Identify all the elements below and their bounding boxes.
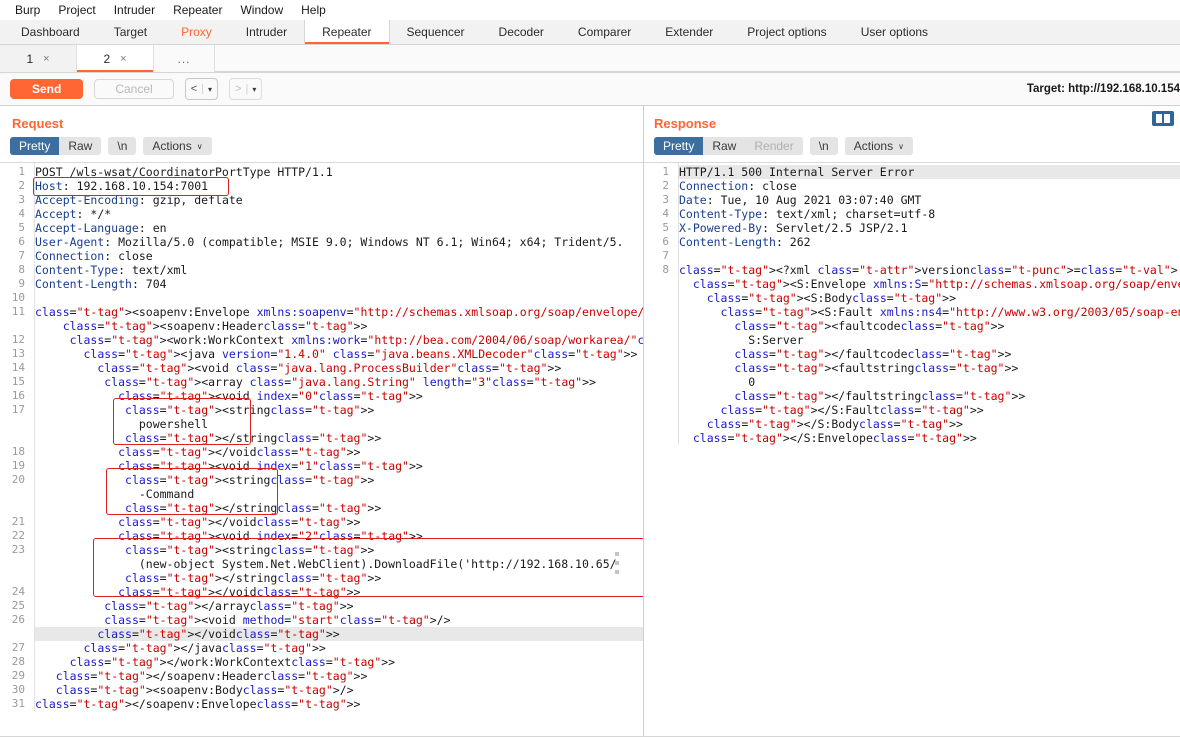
request-view-pretty[interactable]: Pretty <box>10 137 60 155</box>
request-action-bar: Send Cancel < | ▾ > | ▾ Target: http://1… <box>0 73 1180 106</box>
main-tab-bar: Dashboard Target Proxy Intruder Repeater… <box>0 20 1180 45</box>
tab-dashboard[interactable]: Dashboard <box>4 20 97 44</box>
request-view-controls: Pretty Raw \n Actions ∨ <box>0 137 643 162</box>
repeater-tab-2-label: 2 <box>103 51 111 66</box>
chevron-left-icon: < <box>190 83 198 95</box>
response-code: 12345678 HTTP/1.1 500 Internal Server Er… <box>644 163 1180 445</box>
tab-repeater[interactable]: Repeater <box>304 20 390 44</box>
splitter-dot <box>615 570 619 574</box>
request-code-lines[interactable]: POST /wls-wsat/CoordinatorPortType HTTP/… <box>35 163 643 711</box>
chevron-right-icon: > <box>235 83 242 95</box>
repeater-tab-1-label: 1 <box>26 51 34 66</box>
split-view-icon[interactable] <box>1152 111 1174 126</box>
gutter-divider <box>678 163 679 445</box>
previous-request-button[interactable]: < | ▾ <box>184 78 219 100</box>
response-view-pretty[interactable]: Pretty <box>654 137 704 155</box>
response-line-numbers: 12345678 <box>662 165 669 276</box>
request-view-mode-group: Pretty Raw <box>10 137 102 155</box>
request-newline-toggle[interactable]: \n <box>108 137 137 155</box>
response-view-render: Render <box>745 137 803 155</box>
request-view-raw[interactable]: Raw <box>59 137 102 155</box>
tab-extender[interactable]: Extender <box>648 20 730 44</box>
response-editor[interactable]: 12345678 HTTP/1.1 500 Internal Server Er… <box>644 162 1180 736</box>
request-line-numbers: 1 2 3 4 5 6 7 8 9 10 11 12 13 14 15 16 17 18 19 20 21 22 23… <box>11 165 25 710</box>
request-actions-button[interactable]: Actions ∨ <box>143 137 212 155</box>
response-actions-button[interactable]: Actions ∨ <box>844 137 913 155</box>
repeater-tab-1[interactable]: 1 × <box>0 45 77 72</box>
repeater-tab-2[interactable]: 2 × <box>77 45 154 72</box>
tab-sequencer[interactable]: Sequencer <box>390 20 482 44</box>
tab-bar-filler <box>215 45 1180 72</box>
request-actions-label: Actions <box>152 139 192 153</box>
response-code-lines[interactable]: HTTP/1.1 500 Internal Server Error Connec… <box>679 163 1180 445</box>
request-pane: Request Pretty Raw \n Actions ∨ 12345678… <box>0 106 644 736</box>
menu-item-intruder[interactable]: Intruder <box>105 0 164 20</box>
repeater-tab-bar: 1 × 2 × ... <box>0 45 1180 73</box>
tab-intruder[interactable]: Intruder <box>229 20 304 44</box>
response-panel-title: Response <box>654 116 717 131</box>
burp-suite-window: Burp Project Intruder Repeater Window He… <box>0 0 1180 737</box>
divider: | <box>245 83 249 95</box>
tab-user-options[interactable]: User options <box>844 20 945 44</box>
send-button[interactable]: Send <box>10 79 84 99</box>
split-pane-right <box>1164 114 1170 123</box>
response-view-controls: Pretty Raw Render \n Actions ∨ <box>644 111 1180 162</box>
menu-item-help[interactable]: Help <box>292 0 335 20</box>
tab-comparer[interactable]: Comparer <box>561 20 648 44</box>
splitter-dot <box>615 561 619 565</box>
menu-item-window[interactable]: Window <box>231 0 292 20</box>
menu-bar: Burp Project Intruder Repeater Window He… <box>0 0 1180 20</box>
response-pane: Response Pretty Raw Render \n Actions ∨ <box>644 106 1180 736</box>
menu-item-repeater[interactable]: Repeater <box>164 0 231 20</box>
response-newline-toggle[interactable]: \n <box>809 137 838 155</box>
tab-target[interactable]: Target <box>97 20 164 44</box>
request-editor[interactable]: 1 2 3 4 5 6 7 8 9 10 11 12 13 14 15 16 17 18 19 20 21 22 23… <box>0 162 643 736</box>
chevron-down-icon: ▾ <box>252 84 257 94</box>
pane-splitter-handle[interactable] <box>615 552 619 574</box>
request-panel-title: Request <box>12 116 64 131</box>
menu-item-project[interactable]: Project <box>49 0 104 20</box>
tab-proxy[interactable]: Proxy <box>164 20 229 44</box>
divider: | <box>201 83 204 95</box>
gutter-divider <box>34 163 35 711</box>
response-view-raw[interactable]: Raw <box>703 137 746 155</box>
chevron-down-icon: ∨ <box>898 141 904 151</box>
split-pane-left <box>1156 114 1162 123</box>
tab-decoder[interactable]: Decoder <box>482 20 561 44</box>
close-icon[interactable]: × <box>120 53 126 65</box>
response-view-mode-group: Pretty Raw Render <box>654 137 803 155</box>
request-response-split: Request Pretty Raw \n Actions ∨ 12345678… <box>0 106 1180 736</box>
target-url-label: Target: http://192.168.10.154 <box>1026 83 1180 95</box>
tab-project-options[interactable]: Project options <box>730 20 843 44</box>
chevron-down-icon: ∨ <box>196 141 203 151</box>
response-actions-label: Actions <box>853 139 894 153</box>
repeater-tab-overflow[interactable]: ... <box>154 45 215 72</box>
cancel-button: Cancel <box>94 79 174 99</box>
request-code: 1 2 3 4 5 6 7 8 9 10 11 12 13 14 15 16 17 18 19 20 21 22 23… <box>0 163 643 711</box>
splitter-dot <box>615 552 619 556</box>
close-icon[interactable]: × <box>43 53 49 65</box>
menu-item-burp[interactable]: Burp <box>6 0 49 20</box>
chevron-down-icon: ▾ <box>208 84 213 94</box>
next-request-button: > | ▾ <box>229 78 263 100</box>
